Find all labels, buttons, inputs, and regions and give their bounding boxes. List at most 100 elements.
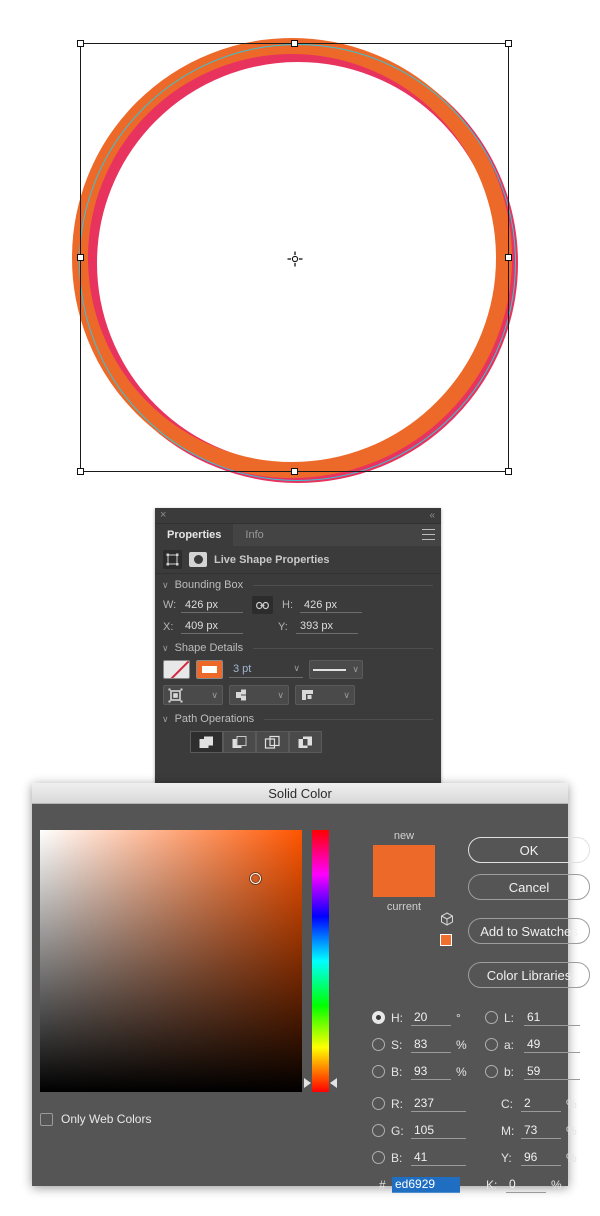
subtract-front-shape-button[interactable] bbox=[223, 731, 256, 753]
section-divider bbox=[253, 647, 433, 649]
stroke-swatch-button[interactable] bbox=[196, 660, 223, 679]
saturation-input[interactable] bbox=[411, 1036, 451, 1053]
magenta-input[interactable] bbox=[521, 1122, 561, 1139]
radio-lab-a[interactable] bbox=[485, 1038, 498, 1051]
magenta-unit: % bbox=[566, 1123, 577, 1138]
stroke-caps-icon bbox=[236, 689, 246, 701]
black-input[interactable] bbox=[506, 1176, 546, 1193]
handle-middle-right[interactable] bbox=[505, 253, 512, 261]
section-bounding-box-title: Bounding Box bbox=[174, 579, 244, 591]
lab-l-input[interactable] bbox=[524, 1009, 580, 1026]
chevron-down-icon: ∨ bbox=[277, 689, 284, 700]
field-row-hex-k: # K: % bbox=[372, 1171, 580, 1198]
section-shape-details[interactable]: ∨ Shape Details bbox=[155, 637, 441, 657]
new-color-swatch[interactable] bbox=[373, 845, 435, 897]
only-web-colors-checkbox[interactable] bbox=[40, 1112, 53, 1126]
brightness-input[interactable] bbox=[411, 1063, 451, 1080]
color-value-fields: H: ° L: S: % a: bbox=[372, 1004, 580, 1198]
stroke-style-dropdown[interactable]: ∨ bbox=[309, 660, 363, 679]
chevron-down-icon: ∨ bbox=[211, 689, 218, 700]
solid-line-icon bbox=[313, 668, 346, 671]
radio-lab-b[interactable] bbox=[485, 1065, 498, 1078]
intersect-shape-areas-button[interactable] bbox=[256, 731, 289, 753]
radio-lab-l[interactable] bbox=[485, 1011, 498, 1024]
handle-middle-left[interactable] bbox=[77, 253, 84, 261]
handle-bottom-center[interactable] bbox=[290, 468, 298, 475]
stroke-corners-dropdown[interactable]: ∨ bbox=[295, 685, 355, 705]
stroke-align-dropdown[interactable]: ∨ bbox=[163, 685, 223, 705]
y-label: Y: bbox=[278, 620, 288, 633]
radio-hue[interactable] bbox=[372, 1011, 385, 1024]
lab-a-input[interactable] bbox=[524, 1036, 580, 1053]
radio-brightness[interactable] bbox=[372, 1065, 385, 1078]
handle-bottom-right[interactable] bbox=[505, 468, 512, 475]
brightness-unit: % bbox=[456, 1064, 467, 1079]
hue-slider[interactable] bbox=[312, 830, 329, 1092]
hue-marker-right-icon[interactable] bbox=[330, 1078, 337, 1088]
width-label: W: bbox=[163, 599, 177, 611]
panel-titlebar: × « bbox=[155, 508, 441, 524]
handle-top-left[interactable] bbox=[77, 40, 84, 47]
stroke-width-dropdown[interactable]: 3 pt ∨ bbox=[229, 662, 303, 678]
radio-red[interactable] bbox=[372, 1097, 385, 1110]
chevron-down-icon[interactable]: ∨ bbox=[162, 714, 169, 725]
tab-info[interactable]: Info bbox=[233, 524, 275, 546]
add-to-swatches-button[interactable]: Add to Swatches bbox=[468, 918, 590, 944]
hex-input[interactable] bbox=[392, 1176, 460, 1193]
combine-shapes-button[interactable] bbox=[190, 731, 223, 753]
path-operations-row bbox=[155, 728, 441, 756]
document-canvas[interactable] bbox=[0, 0, 600, 505]
handle-top-center[interactable] bbox=[290, 40, 298, 47]
section-path-operations[interactable]: ∨ Path Operations bbox=[155, 708, 441, 728]
lab-b-input[interactable] bbox=[524, 1063, 580, 1080]
yellow-input[interactable] bbox=[521, 1149, 561, 1166]
section-bounding-box[interactable]: ∨ Bounding Box bbox=[155, 574, 441, 594]
color-libraries-label: Color Libraries bbox=[486, 967, 572, 983]
chevron-down-icon: ∨ bbox=[352, 664, 359, 674]
radio-blue[interactable] bbox=[372, 1151, 385, 1164]
chevron-down-icon[interactable]: ∨ bbox=[162, 643, 169, 654]
only-web-colors-row[interactable]: Only Web Colors bbox=[40, 1112, 151, 1126]
radio-saturation[interactable] bbox=[372, 1038, 385, 1051]
hue-input[interactable] bbox=[411, 1009, 451, 1026]
yellow-unit: % bbox=[566, 1150, 577, 1165]
red-input[interactable] bbox=[411, 1095, 466, 1112]
panel-menu-icon[interactable] bbox=[422, 529, 435, 540]
fill-swatch-button[interactable] bbox=[163, 660, 190, 679]
collapse-icon[interactable]: « bbox=[429, 510, 435, 521]
handle-bottom-left[interactable] bbox=[77, 468, 84, 475]
black-label: K: bbox=[486, 1177, 498, 1192]
exclude-overlapping-shapes-button[interactable] bbox=[289, 731, 322, 753]
properties-panel[interactable]: × « Properties Info Live Shape Propertie… bbox=[155, 508, 441, 784]
out-of-gamut-cube-icon bbox=[441, 912, 453, 926]
tab-properties[interactable]: Properties bbox=[155, 524, 234, 546]
blue-input[interactable] bbox=[411, 1149, 466, 1166]
cyan-label: C: bbox=[501, 1096, 513, 1111]
tab-info-label: Info bbox=[245, 529, 264, 541]
chevron-down-icon[interactable]: ∨ bbox=[162, 580, 169, 591]
handle-top-right[interactable] bbox=[505, 40, 512, 47]
cyan-input[interactable] bbox=[521, 1095, 561, 1112]
x-input[interactable] bbox=[181, 619, 243, 634]
color-libraries-button[interactable]: Color Libraries bbox=[468, 962, 590, 988]
x-label: X: bbox=[163, 620, 174, 633]
close-icon[interactable]: × bbox=[160, 510, 166, 521]
stroke-caps-dropdown[interactable]: ∨ bbox=[229, 685, 289, 705]
hex-label: # bbox=[379, 1177, 386, 1192]
reference-point-icon[interactable] bbox=[287, 251, 303, 267]
hue-marker-left-icon[interactable] bbox=[304, 1078, 311, 1088]
green-input[interactable] bbox=[411, 1122, 466, 1139]
cancel-button[interactable]: Cancel bbox=[468, 874, 590, 900]
stroke-corners-icon bbox=[302, 690, 313, 700]
width-input[interactable] bbox=[181, 597, 243, 613]
out-of-gamut-warning[interactable] bbox=[440, 912, 454, 946]
radio-green[interactable] bbox=[372, 1124, 385, 1137]
link-chain-icon[interactable] bbox=[252, 596, 273, 614]
gamut-substitute-swatch[interactable] bbox=[440, 934, 452, 946]
color-picker-cursor[interactable] bbox=[250, 873, 261, 884]
y-input[interactable] bbox=[296, 619, 358, 634]
ok-button[interactable]: OK bbox=[468, 837, 590, 863]
lab-b-label: b: bbox=[504, 1064, 515, 1079]
saturation-brightness-field[interactable] bbox=[40, 830, 302, 1092]
height-input[interactable] bbox=[300, 597, 362, 613]
